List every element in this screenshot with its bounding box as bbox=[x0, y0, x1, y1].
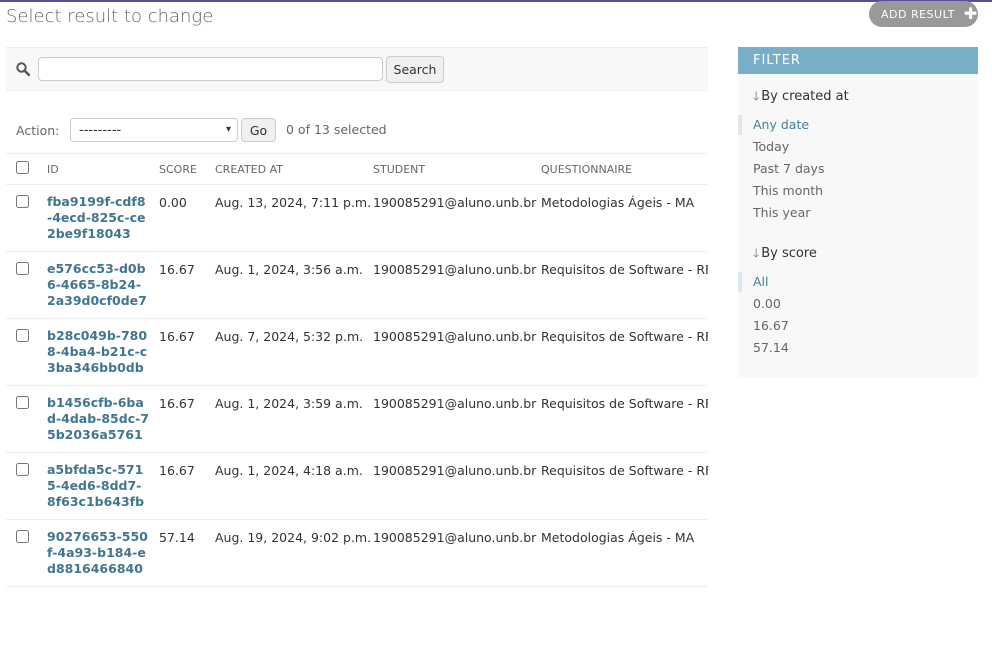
score-cell: 0.00 bbox=[154, 184, 210, 252]
filter-item-all[interactable]: All bbox=[753, 274, 769, 289]
row-checkbox[interactable] bbox=[16, 530, 29, 543]
score-cell: 16.67 bbox=[154, 318, 210, 386]
student-cell: 190085291@aluno.unb.br bbox=[368, 519, 536, 587]
questionnaire-cell: Metodologias Ágeis - MA bbox=[536, 184, 708, 252]
result-id-link[interactable]: b28c049b-7808-4ba4-b21c-c3ba346bb0db bbox=[47, 328, 147, 375]
table-header-row: ID SCORE CREATED AT STUDENT QUESTIONNAIR… bbox=[6, 153, 708, 185]
id-cell: fba9199f-cdf8-4ecd-825c-ce2be9f18043 bbox=[42, 184, 154, 252]
search-toolbar: Search bbox=[6, 47, 708, 91]
questionnaire-cell: Requisitos de Software - RFN bbox=[536, 318, 708, 386]
row-checkbox-cell bbox=[6, 385, 42, 453]
search-button[interactable]: Search bbox=[386, 56, 444, 83]
action-select-value: --------- bbox=[79, 122, 122, 138]
filter-item-score-0[interactable]: 0.00 bbox=[753, 296, 781, 311]
filter-item-past-7-days[interactable]: Past 7 days bbox=[753, 161, 824, 176]
created-at-cell: Aug. 19, 2024, 9:02 p.m. bbox=[210, 519, 371, 587]
id-cell: b28c049b-7808-4ba4-b21c-c3ba346bb0db bbox=[42, 318, 154, 386]
filter-item-this-month[interactable]: This month bbox=[753, 183, 823, 198]
search-icon bbox=[16, 62, 30, 76]
selection-counter: 0 of 13 selected bbox=[286, 122, 387, 137]
result-id-link[interactable]: e576cc53-d0b6-4665-8b24-2a39d0cf0de7 bbox=[47, 261, 147, 308]
id-cell: b1456cfb-6bad-4dab-85dc-75b2036a5761 bbox=[42, 385, 154, 453]
table-row: 90276653-550f-4a93-b184-ed8816466840 57.… bbox=[6, 519, 708, 587]
select-all-checkbox[interactable] bbox=[16, 161, 29, 174]
created-at-cell: Aug. 1, 2024, 4:18 a.m. bbox=[210, 452, 368, 520]
filter-group-score-title: 🡓 By score bbox=[753, 244, 817, 265]
result-id-link[interactable]: a5bfda5c-5715-4ed6-8dd7-8f63c1b643fb bbox=[47, 462, 144, 509]
column-header-score[interactable]: SCORE bbox=[154, 153, 210, 185]
result-id-link[interactable]: fba9199f-cdf8-4ecd-825c-ce2be9f18043 bbox=[47, 194, 146, 241]
search-input[interactable] bbox=[38, 57, 383, 81]
table-row: e576cc53-d0b6-4665-8b24-2a39d0cf0de7 16.… bbox=[6, 251, 708, 319]
row-checkbox-cell bbox=[6, 519, 42, 587]
questionnaire-cell: Requisitos de Software - RFN bbox=[536, 385, 708, 453]
table-row: a5bfda5c-5715-4ed6-8dd7-8f63c1b643fb 16.… bbox=[6, 452, 708, 520]
questionnaire-cell: Metodologias Ágeis - MA bbox=[536, 519, 708, 587]
result-id-link[interactable]: 90276653-550f-4a93-b184-ed8816466840 bbox=[47, 529, 148, 576]
questionnaire-cell: Requisitos de Software - RFN bbox=[536, 251, 708, 319]
score-cell: 57.14 bbox=[154, 519, 210, 587]
add-result-button[interactable]: ADD RESULT ✚ bbox=[869, 1, 978, 27]
go-button[interactable]: Go bbox=[241, 118, 276, 142]
filter-sidebar: FILTER 🡓 By created at Any date Today Pas… bbox=[738, 47, 978, 378]
score-cell: 16.67 bbox=[154, 251, 210, 319]
filter-group-label: By created at bbox=[761, 89, 849, 104]
student-cell: 190085291@aluno.unb.br bbox=[368, 184, 536, 252]
student-cell: 190085291@aluno.unb.br bbox=[368, 318, 536, 386]
id-cell: e576cc53-d0b6-4665-8b24-2a39d0cf0de7 bbox=[42, 251, 154, 319]
action-label: Action: bbox=[16, 123, 60, 138]
top-accent-bar bbox=[0, 0, 992, 2]
row-checkbox-cell bbox=[6, 452, 42, 520]
filter-group-created-at-title: 🡓 By created at bbox=[753, 87, 849, 108]
filter-selected-indicator bbox=[738, 115, 742, 135]
filter-item-this-year[interactable]: This year bbox=[753, 205, 810, 220]
row-checkbox-cell bbox=[6, 318, 42, 386]
table-row: fba9199f-cdf8-4ecd-825c-ce2be9f18043 0.0… bbox=[6, 184, 708, 252]
table-row: b28c049b-7808-4ba4-b21c-c3ba346bb0db 16.… bbox=[6, 318, 708, 386]
results-table: ID SCORE CREATED AT STUDENT QUESTIONNAIR… bbox=[6, 153, 708, 587]
results-table-wrapper: ID SCORE CREATED AT STUDENT QUESTIONNAIR… bbox=[6, 153, 708, 653]
column-header-questionnaire[interactable]: QUESTIONNAIRE bbox=[536, 153, 708, 185]
column-header-id[interactable]: ID bbox=[42, 153, 154, 185]
id-cell: a5bfda5c-5715-4ed6-8dd7-8f63c1b643fb bbox=[42, 452, 154, 520]
table-row: b1456cfb-6bad-4dab-85dc-75b2036a5761 16.… bbox=[6, 385, 708, 453]
filter-selected-indicator bbox=[738, 272, 742, 292]
column-header-created-at[interactable]: CREATED AT bbox=[210, 153, 368, 185]
page-title: Select result to change bbox=[6, 6, 214, 27]
column-header-student[interactable]: STUDENT bbox=[368, 153, 536, 185]
filter-group-label: By score bbox=[761, 246, 817, 261]
row-checkbox[interactable] bbox=[16, 195, 29, 208]
row-checkbox[interactable] bbox=[16, 329, 29, 342]
created-at-cell: Aug. 1, 2024, 3:59 a.m. bbox=[210, 385, 368, 453]
filter-item-score-16-67[interactable]: 16.67 bbox=[753, 318, 789, 333]
row-checkbox-cell bbox=[6, 184, 42, 252]
select-all-cell bbox=[6, 153, 42, 185]
questionnaire-cell: Requisitos de Software - RFN bbox=[536, 452, 708, 520]
student-cell: 190085291@aluno.unb.br bbox=[368, 385, 536, 453]
add-result-label: ADD RESULT bbox=[881, 7, 955, 21]
filter-item-today[interactable]: Today bbox=[753, 139, 789, 154]
student-cell: 190085291@aluno.unb.br bbox=[368, 452, 536, 520]
created-at-cell: Aug. 13, 2024, 7:11 p.m. bbox=[210, 184, 371, 252]
arrow-down-icon: 🡓 bbox=[753, 89, 760, 103]
filter-item-score-57-14[interactable]: 57.14 bbox=[753, 340, 789, 355]
row-checkbox-cell bbox=[6, 251, 42, 319]
action-select[interactable]: --------- ▾ bbox=[70, 118, 238, 142]
arrow-down-icon: 🡓 bbox=[753, 246, 760, 260]
chevron-down-icon: ▾ bbox=[225, 124, 231, 135]
row-checkbox[interactable] bbox=[16, 463, 29, 476]
created-at-cell: Aug. 7, 2024, 5:32 p.m. bbox=[210, 318, 368, 386]
plus-icon: ✚ bbox=[963, 4, 978, 23]
filter-item-any-date[interactable]: Any date bbox=[753, 117, 809, 132]
score-cell: 16.67 bbox=[154, 452, 210, 520]
created-at-cell: Aug. 1, 2024, 3:56 a.m. bbox=[210, 251, 368, 319]
student-cell: 190085291@aluno.unb.br bbox=[368, 251, 536, 319]
row-checkbox[interactable] bbox=[16, 262, 29, 275]
actions-bar: Action: --------- ▾ Go 0 of 13 selected bbox=[6, 112, 708, 148]
score-cell: 16.67 bbox=[154, 385, 210, 453]
filter-title: FILTER bbox=[738, 47, 978, 74]
result-id-link[interactable]: b1456cfb-6bad-4dab-85dc-75b2036a5761 bbox=[47, 395, 149, 442]
row-checkbox[interactable] bbox=[16, 396, 29, 409]
id-cell: 90276653-550f-4a93-b184-ed8816466840 bbox=[42, 519, 154, 587]
